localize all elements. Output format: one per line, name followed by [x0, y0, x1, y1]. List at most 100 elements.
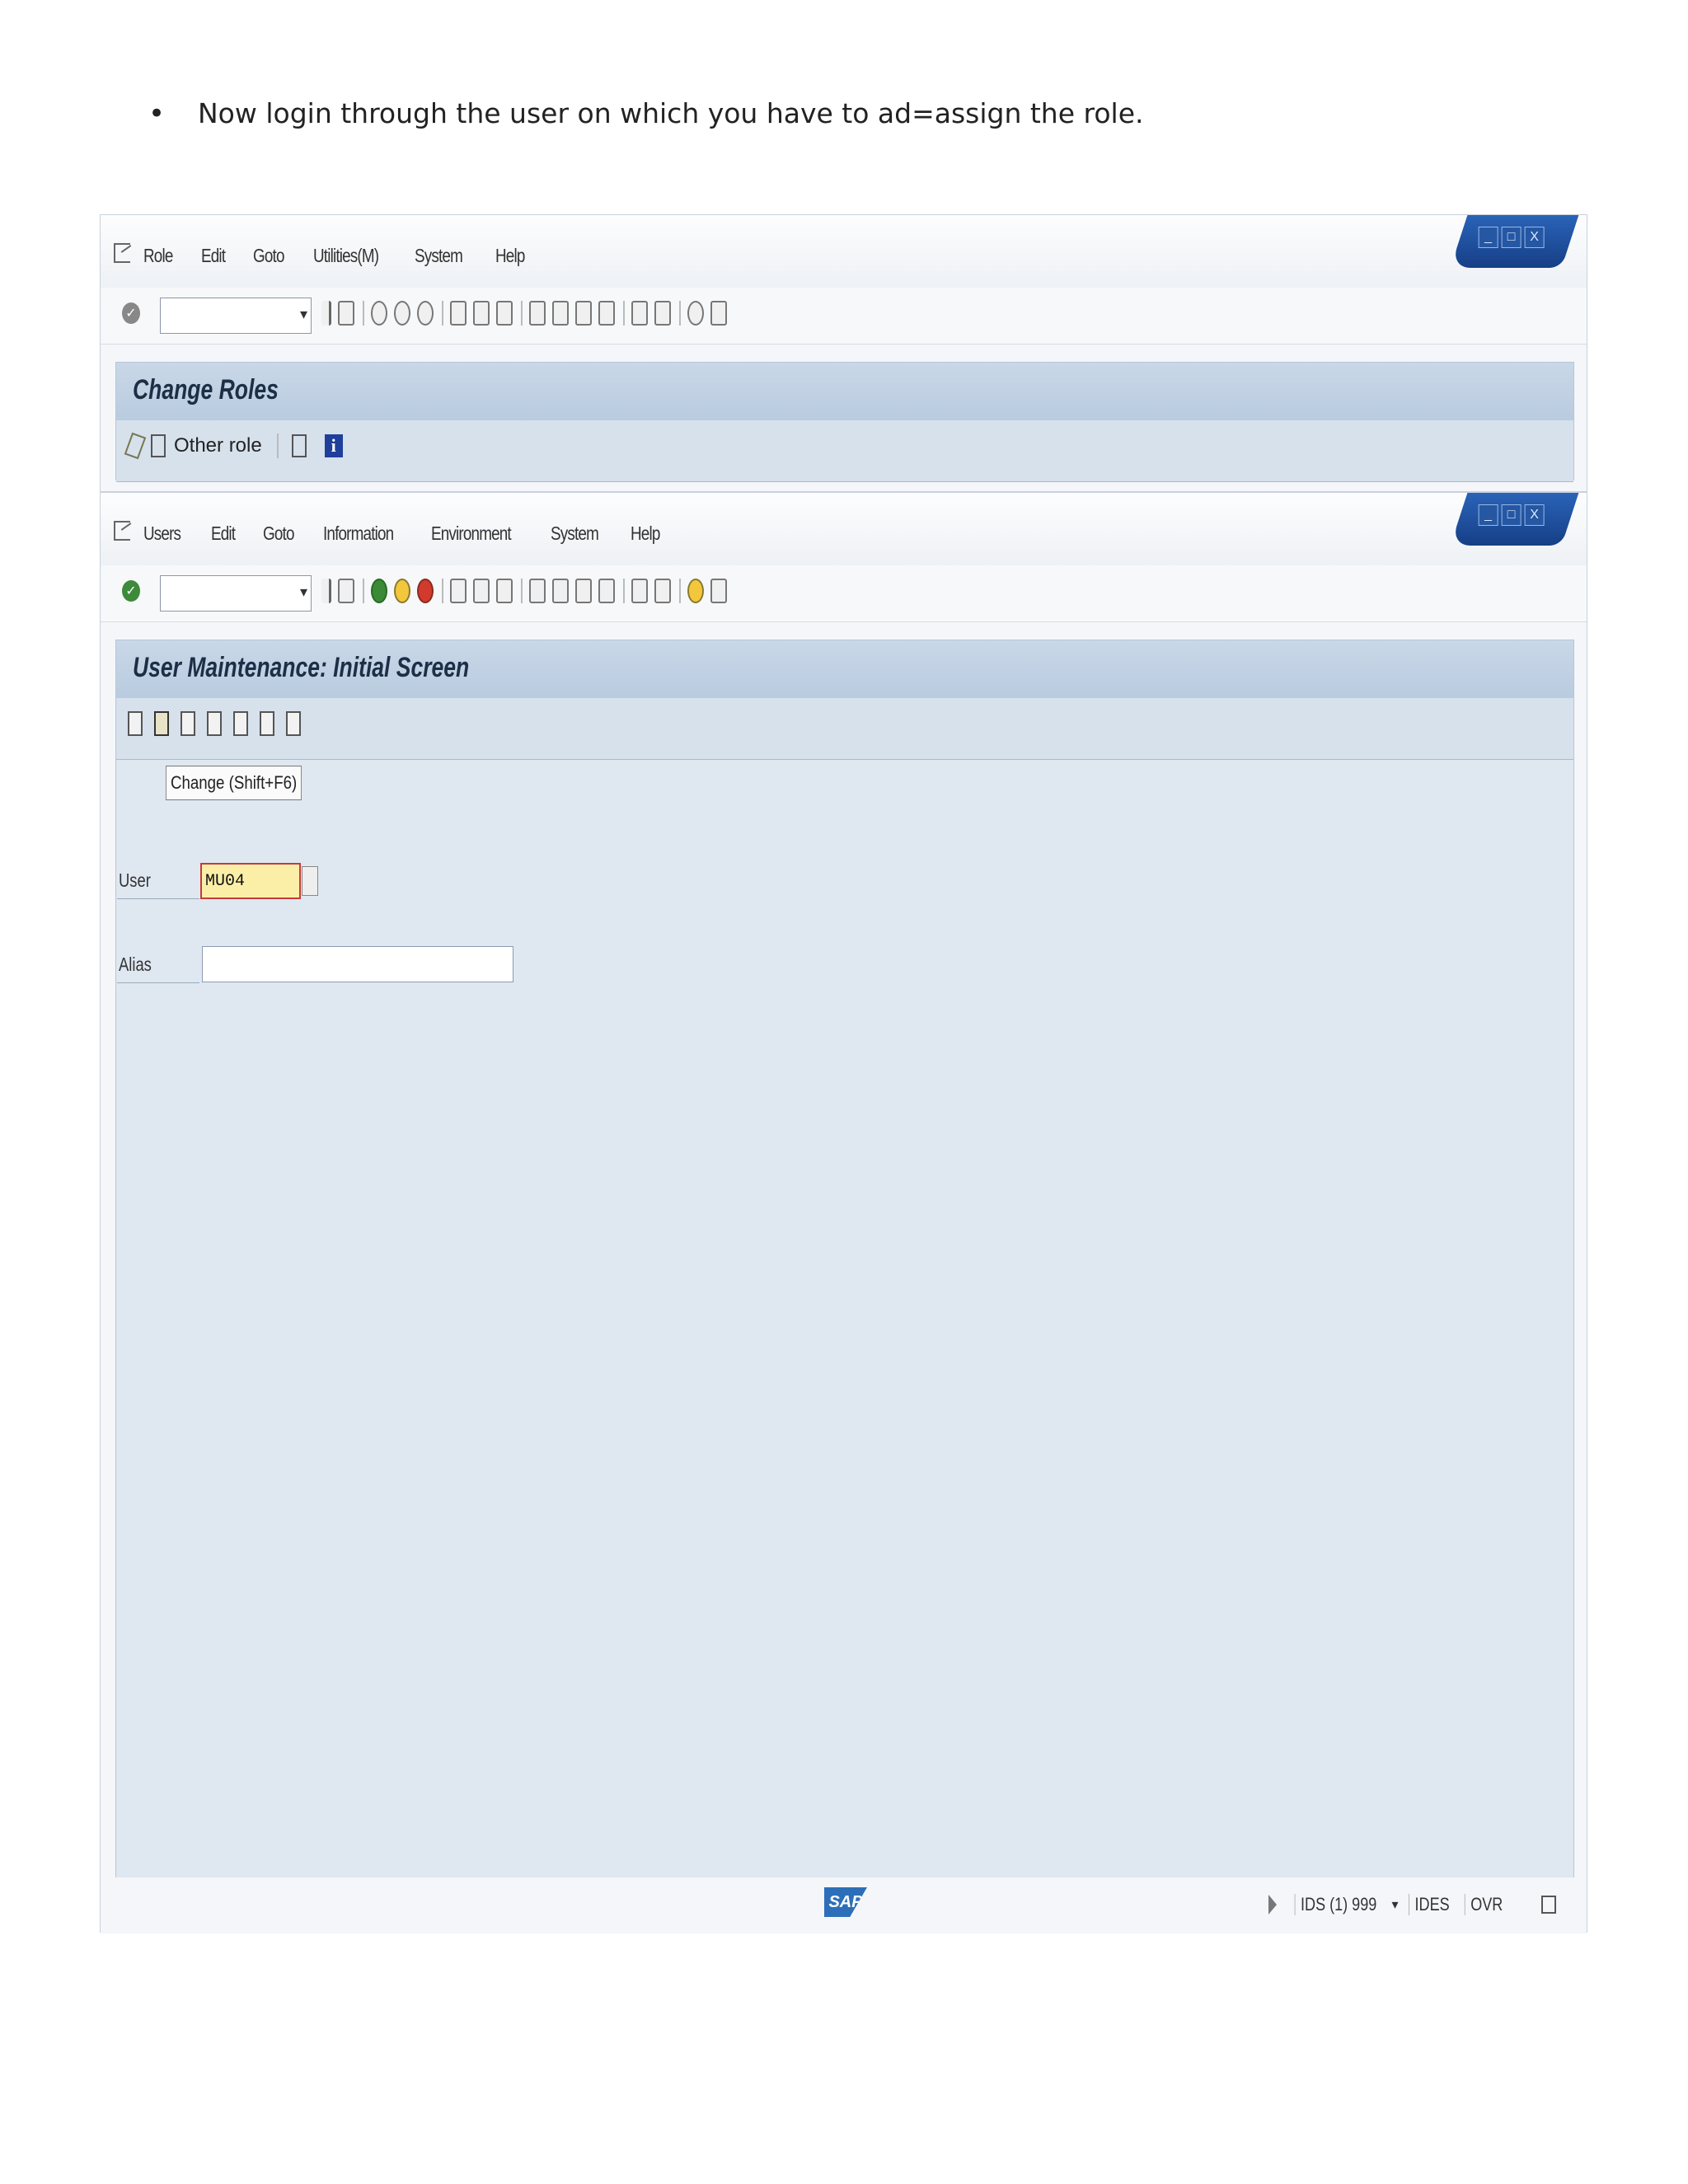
title-bar: User Maintenance: Initial Screen: [116, 640, 1573, 699]
menu-bar: Role Edit Goto Utilities(M) System Help …: [101, 215, 1587, 288]
layout-menu-icon[interactable]: [710, 301, 727, 326]
other-role-icon: [151, 434, 166, 457]
exit-icon[interactable]: [394, 301, 410, 326]
shortcut-icon[interactable]: [654, 579, 671, 603]
window-controls: _ □ X: [1450, 215, 1579, 268]
menu-help[interactable]: Help: [631, 523, 660, 545]
separator: [623, 301, 625, 326]
restore-icon[interactable]: □: [1501, 227, 1522, 248]
minimize-icon[interactable]: _: [1478, 504, 1498, 526]
delete-icon[interactable]: [207, 711, 222, 736]
status-info: IDS (1) 999 ▾ IDES OVR: [1268, 1894, 1556, 1915]
other-role-button[interactable]: Other role i: [124, 432, 343, 460]
separator: [521, 579, 523, 603]
status-expand-icon[interactable]: [1268, 1895, 1277, 1915]
new-session-icon[interactable]: [631, 301, 648, 326]
information-icon[interactable]: i: [324, 434, 343, 457]
cancel-icon[interactable]: [417, 579, 434, 603]
print-icon[interactable]: [450, 579, 467, 603]
matchcode-icon[interactable]: [302, 866, 318, 896]
alias-label: Alias: [119, 954, 152, 975]
status-bar: SAP IDS (1) 999 ▾ IDES OVR: [101, 1877, 1587, 1933]
separator: [679, 301, 681, 326]
menu-edit[interactable]: Edit: [201, 245, 226, 267]
toolbar-icons: [321, 579, 734, 603]
help-icon[interactable]: [687, 301, 704, 326]
save-icon[interactable]: [338, 301, 354, 326]
user-input[interactable]: [200, 863, 301, 899]
menu-role[interactable]: Role: [143, 245, 173, 267]
find-next-icon[interactable]: [496, 579, 513, 603]
back-icon[interactable]: [371, 579, 387, 603]
enter-icon[interactable]: ✓: [122, 302, 140, 324]
print-icon[interactable]: [450, 301, 467, 326]
menu-utilities[interactable]: Utilities(M): [313, 245, 379, 267]
menu-exit-icon[interactable]: [114, 521, 130, 541]
change-password-icon[interactable]: [286, 711, 301, 736]
layout-menu-icon[interactable]: [710, 579, 727, 603]
command-field[interactable]: [160, 298, 312, 334]
back-icon[interactable]: [371, 301, 387, 326]
change-icon[interactable]: [154, 711, 169, 736]
separator: [679, 579, 681, 603]
cancel-icon[interactable]: [417, 301, 434, 326]
menu-exit-icon[interactable]: [114, 243, 130, 263]
alias-input[interactable]: [202, 946, 513, 982]
menu-help[interactable]: Help: [495, 245, 525, 267]
next-page-icon[interactable]: [575, 579, 592, 603]
menu-system[interactable]: System: [551, 523, 599, 545]
first-page-icon[interactable]: [529, 579, 546, 603]
system-info[interactable]: IDS (1) 999: [1294, 1894, 1382, 1915]
menu-items: Role Edit Goto Utilities(M) System Help: [143, 245, 553, 267]
back-arrow-icon[interactable]: [321, 301, 331, 326]
enter-icon[interactable]: ✓: [122, 580, 140, 602]
lock-unlock-icon[interactable]: [260, 711, 274, 736]
user-actions: [128, 711, 312, 736]
close-icon[interactable]: X: [1524, 227, 1545, 248]
first-page-icon[interactable]: [529, 301, 546, 326]
other-role-label: Other role: [174, 434, 262, 457]
separator: [442, 301, 443, 326]
save-icon[interactable]: [338, 579, 354, 603]
minimize-icon[interactable]: _: [1478, 227, 1498, 248]
find-next-icon[interactable]: [496, 301, 513, 326]
next-page-icon[interactable]: [575, 301, 592, 326]
sap-logo: SAP: [824, 1887, 867, 1917]
hierarchy-icon[interactable]: [291, 434, 307, 457]
menu-bar: Users Edit Goto Information Environment …: [101, 493, 1587, 566]
last-page-icon[interactable]: [598, 579, 615, 603]
menu-users[interactable]: Users: [143, 523, 181, 545]
create-icon[interactable]: [128, 711, 143, 736]
change-tooltip: Change (Shift+F6): [166, 766, 302, 800]
standard-toolbar: ✓: [101, 565, 1587, 622]
find-icon[interactable]: [473, 301, 490, 326]
separator: [623, 579, 625, 603]
close-icon[interactable]: X: [1524, 504, 1545, 526]
menu-information[interactable]: Information: [323, 523, 394, 545]
display-icon[interactable]: [181, 711, 195, 736]
lock-icon[interactable]: [1540, 1896, 1556, 1914]
shortcut-icon[interactable]: [654, 301, 671, 326]
exit-icon[interactable]: [394, 579, 410, 603]
separator: [276, 434, 279, 458]
menu-system[interactable]: System: [415, 245, 463, 267]
separator: [442, 579, 443, 603]
display-change-icon[interactable]: [124, 432, 147, 460]
new-session-icon[interactable]: [631, 579, 648, 603]
copy-icon[interactable]: [233, 711, 248, 736]
menu-goto[interactable]: Goto: [253, 245, 284, 267]
find-icon[interactable]: [473, 579, 490, 603]
back-arrow-icon[interactable]: [321, 579, 331, 603]
restore-icon[interactable]: □: [1501, 504, 1522, 526]
menu-edit[interactable]: Edit: [211, 523, 236, 545]
last-page-icon[interactable]: [598, 301, 615, 326]
system-dropdown-icon[interactable]: ▾: [1392, 1896, 1399, 1913]
menu-environment[interactable]: Environment: [431, 523, 512, 545]
help-icon[interactable]: [687, 579, 704, 603]
command-field[interactable]: [160, 575, 312, 612]
alias-label-underline: [117, 982, 199, 983]
previous-page-icon[interactable]: [552, 579, 569, 603]
instruction-text: Now login through the user on which you …: [198, 97, 1144, 129]
previous-page-icon[interactable]: [552, 301, 569, 326]
menu-goto[interactable]: Goto: [263, 523, 294, 545]
